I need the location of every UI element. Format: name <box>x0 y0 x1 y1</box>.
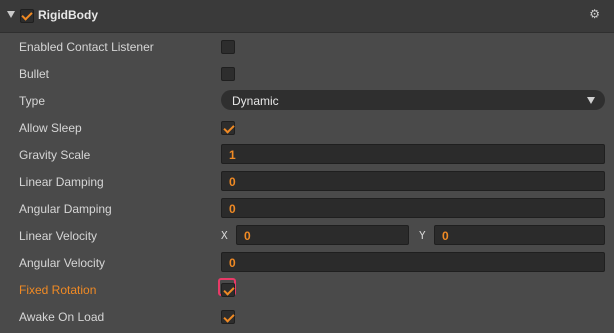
angular-damping-input[interactable]: 0 <box>221 198 605 218</box>
linear-velocity-x-value: 0 <box>244 229 251 243</box>
property-label: Enabled Contact Listener <box>19 40 154 54</box>
angular-damping-value: 0 <box>229 202 236 216</box>
type-select[interactable]: Dynamic <box>221 90 605 110</box>
angular-velocity-value: 0 <box>229 256 236 270</box>
checkmark-icon <box>223 122 235 134</box>
row-angular-damping: Angular Damping 0 <box>0 195 614 222</box>
row-angular-velocity: Angular Velocity 0 <box>0 249 614 276</box>
row-fixed-rotation: Fixed Rotation <box>0 276 614 303</box>
row-allow-sleep: Allow Sleep <box>0 114 614 141</box>
allow-sleep-checkbox[interactable] <box>221 121 235 135</box>
component-header: RigidBody ⚙ <box>0 0 614 33</box>
property-label: Bullet <box>19 67 50 81</box>
row-awake-on-load: Awake On Load <box>0 303 614 330</box>
checkmark-icon <box>223 311 235 323</box>
row-linear-damping: Linear Damping 0 <box>0 168 614 195</box>
row-linear-velocity: Linear Velocity X 0 Y 0 <box>0 222 614 249</box>
y-axis-label: Y <box>419 229 426 242</box>
property-label: Linear Velocity <box>19 229 98 243</box>
row-bullet: Bullet <box>0 60 614 87</box>
row-gravity-scale: Gravity Scale 1 <box>0 141 614 168</box>
component-enabled-checkbox[interactable] <box>20 9 34 23</box>
angular-velocity-input[interactable]: 0 <box>221 252 605 272</box>
rigidbody-inspector-panel: RigidBody ⚙ Enabled Contact Listener Bul… <box>0 0 614 333</box>
property-label: Linear Damping <box>19 175 104 189</box>
linear-velocity-y-input[interactable]: 0 <box>434 225 605 245</box>
gravity-scale-input[interactable]: 1 <box>221 144 605 164</box>
fixed-rotation-checkbox[interactable] <box>221 283 235 297</box>
property-label: Angular Velocity <box>19 256 106 270</box>
linear-velocity-y-value: 0 <box>442 229 449 243</box>
gravity-scale-value: 1 <box>229 148 236 162</box>
property-label: Gravity Scale <box>19 148 91 162</box>
enabled-contact-listener-checkbox[interactable] <box>221 40 235 54</box>
property-label: Fixed Rotation <box>19 283 97 297</box>
bullet-checkbox[interactable] <box>221 67 235 81</box>
gear-icon[interactable]: ⚙ <box>589 8 600 20</box>
component-title: RigidBody <box>38 8 98 22</box>
dropdown-arrow-icon <box>587 97 595 104</box>
linear-damping-value: 0 <box>229 175 236 189</box>
property-label: Type <box>19 94 46 108</box>
checkmark-icon <box>21 9 33 21</box>
row-enabled-contact-listener: Enabled Contact Listener <box>0 33 614 60</box>
x-axis-label: X <box>221 229 228 242</box>
linear-velocity-x-input[interactable]: 0 <box>236 225 409 245</box>
collapse-caret-icon[interactable] <box>7 11 15 18</box>
row-type: Type Dynamic <box>0 87 614 114</box>
checkmark-icon <box>223 284 235 296</box>
property-label: Awake On Load <box>19 310 105 324</box>
linear-damping-input[interactable]: 0 <box>221 171 605 191</box>
property-label: Allow Sleep <box>19 121 82 135</box>
type-select-value: Dynamic <box>232 94 279 108</box>
awake-on-load-checkbox[interactable] <box>221 310 235 324</box>
property-label: Angular Damping <box>19 202 112 216</box>
